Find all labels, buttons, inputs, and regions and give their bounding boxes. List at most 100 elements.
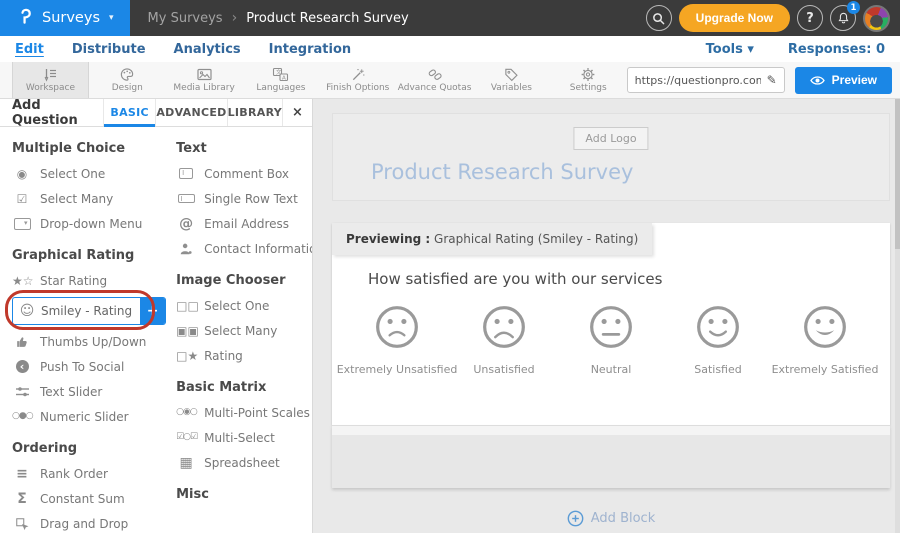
upgrade-now-button[interactable]: Upgrade Now [679, 4, 790, 32]
qtype-email-address[interactable]: @ Email Address [176, 211, 312, 236]
tools-dropdown[interactable]: Tools ▾ [706, 42, 754, 57]
question-types-right-column: Text I Comment Box I Single Row Text @ E… [176, 129, 312, 533]
palette-icon [119, 67, 135, 82]
tag-icon [504, 67, 519, 82]
qtype-comment-box[interactable]: I Comment Box [176, 161, 312, 186]
survey-title[interactable]: Product Research Survey [371, 160, 633, 184]
avatar[interactable] [863, 5, 890, 32]
add-question-title: Add Question [0, 99, 103, 126]
section-heading: Basic Matrix [176, 380, 312, 395]
image-pair-icon: □□ [176, 300, 196, 312]
eye-icon [810, 75, 825, 86]
thumb-icon [15, 335, 29, 349]
qtype-dropdown-menu[interactable]: ▾ Drop-down Menu [12, 211, 166, 236]
help-button[interactable]: ? [797, 5, 823, 31]
tab-advanced[interactable]: ADVANCED [155, 99, 226, 126]
toolbar-advance-quotas[interactable]: Advance Quotas [396, 62, 473, 98]
image-rating-icon: □★ [176, 350, 196, 362]
tab-library[interactable]: LIBRARY [227, 99, 282, 126]
add-smiley-question-button[interactable]: + [140, 297, 165, 325]
tab-edit[interactable]: Edit [15, 42, 44, 57]
qtype-select-one[interactable]: ◉ Select One [12, 161, 166, 186]
sigma-icon: Σ [12, 492, 32, 506]
search-icon [652, 12, 665, 25]
wand-icon [350, 67, 366, 82]
tab-integration[interactable]: Integration [269, 42, 351, 57]
checkbox-icon: ☑ [12, 193, 32, 205]
toolbar-workspace[interactable]: Workspace [12, 62, 89, 98]
breadcrumb-current: Product Research Survey [246, 11, 408, 26]
rating-option-very-sad[interactable]: Extremely Unsatisfied [344, 304, 450, 376]
qtype-text-slider[interactable]: Text Slider [12, 379, 166, 404]
toolbar-finish-options[interactable]: Finish Options [319, 62, 396, 98]
qtype-thumbs-up-down[interactable]: Thumbs Up/Down [12, 329, 166, 354]
add-block-button[interactable]: Add Block [332, 510, 890, 527]
qtype-single-row-text[interactable]: I Single Row Text [176, 186, 312, 211]
add-question-panel: Add Question BASIC ADVANCED LIBRARY × Mu… [0, 99, 313, 533]
surveys-menu[interactable]: Surveys ▾ [0, 0, 130, 36]
toolbar-settings[interactable]: Settings [550, 62, 627, 98]
previewing-label: Previewing : [346, 232, 430, 246]
rating-option-happy[interactable]: Satisfied [665, 304, 771, 376]
qtype-contact-information[interactable]: Contact Information [176, 236, 312, 261]
spreadsheet-icon: ▦ [176, 456, 196, 470]
happy-smiley-icon [695, 304, 741, 350]
multi-point-icon: ○◉○ [176, 408, 196, 417]
section-heading: Text [176, 141, 312, 156]
qtype-constant-sum[interactable]: Σ Constant Sum [12, 486, 166, 511]
add-block-plus-icon [567, 510, 584, 527]
comment-box-icon: I [179, 168, 193, 179]
smiley-icon: ☺ [17, 304, 37, 318]
close-panel-button[interactable]: × [282, 99, 312, 126]
qtype-image-rating[interactable]: □★ Rating [176, 343, 312, 368]
qtype-smiley-rating[interactable]: ☺ Smiley - Rating + [12, 295, 166, 327]
questionpro-logo-icon [18, 8, 33, 29]
block-footer [332, 425, 890, 488]
survey-header-block: Add Logo Product Research Survey [332, 113, 890, 201]
section-heading: Graphical Rating [12, 248, 166, 263]
edit-url-icon[interactable]: ✎ [767, 73, 777, 87]
question-types-left-column: Multiple Choice ◉ Select One ☑ Select Ma… [12, 129, 166, 533]
neutral-smiley-icon [588, 304, 634, 350]
topbar: Surveys ▾ My Surveys › Product Research … [0, 0, 900, 36]
section-heading: Ordering [12, 441, 166, 456]
qtype-drag-and-drop[interactable]: Drag and Drop [12, 511, 166, 533]
toolbar-media-library[interactable]: Media Library [166, 62, 243, 98]
qtype-multi-select[interactable]: ☑○☑ Multi-Select [176, 425, 312, 450]
tab-analytics[interactable]: Analytics [174, 42, 241, 57]
drag-drop-icon [15, 517, 29, 531]
qtype-spreadsheet[interactable]: ▦ Spreadsheet [176, 450, 312, 475]
toolbar-variables[interactable]: Variables [473, 62, 550, 98]
qtype-rank-order[interactable]: ≡ Rank Order [12, 461, 166, 486]
numeric-slider-icon: ○●○ [12, 412, 32, 421]
qtype-select-many[interactable]: ☑ Select Many [12, 186, 166, 211]
notifications-button[interactable]: 1 [830, 5, 856, 31]
search-button[interactable] [646, 5, 672, 31]
at-icon: @ [176, 217, 196, 231]
survey-url-field[interactable]: https://questionpro.com/t/A ✎ [627, 67, 785, 93]
qtype-multi-point-scales[interactable]: ○◉○ Multi-Point Scales [176, 400, 312, 425]
qtype-image-select-many[interactable]: ▣▣ Select Many [176, 318, 312, 343]
gear-icon [580, 67, 596, 82]
preview-button[interactable]: Preview [795, 67, 892, 94]
add-logo-button[interactable]: Add Logo [573, 127, 648, 150]
share-icon: ‹ [16, 360, 29, 373]
toolbar-languages[interactable]: 文A Languages [243, 62, 320, 98]
breadcrumb-parent[interactable]: My Surveys [148, 11, 223, 26]
app-menu-label: Surveys [42, 10, 100, 26]
tab-basic[interactable]: BASIC [103, 99, 155, 126]
radio-icon: ◉ [12, 168, 32, 180]
qtype-push-to-social[interactable]: ‹ Push To Social [12, 354, 166, 379]
toolbar-design[interactable]: Design [89, 62, 166, 98]
rating-option-neutral[interactable]: Neutral [558, 304, 664, 376]
vertical-scrollbar[interactable] [895, 99, 900, 533]
rating-option-sad[interactable]: Unsatisfied [451, 304, 557, 376]
survey-url-value: https://questionpro.com/t/A [635, 74, 761, 87]
qtype-image-select-one[interactable]: □□ Select One [176, 293, 312, 318]
previewing-tab: Previewing : Graphical Rating (Smiley - … [332, 223, 652, 255]
qtype-star-rating[interactable]: ★☆ Star Rating [12, 268, 166, 293]
qtype-numeric-slider[interactable]: ○●○ Numeric Slider [12, 404, 166, 429]
rating-option-very-happy[interactable]: Extremely Satisfied [772, 304, 878, 376]
previewing-value: Graphical Rating (Smiley - Rating) [430, 232, 638, 246]
tab-distribute[interactable]: Distribute [72, 42, 146, 57]
